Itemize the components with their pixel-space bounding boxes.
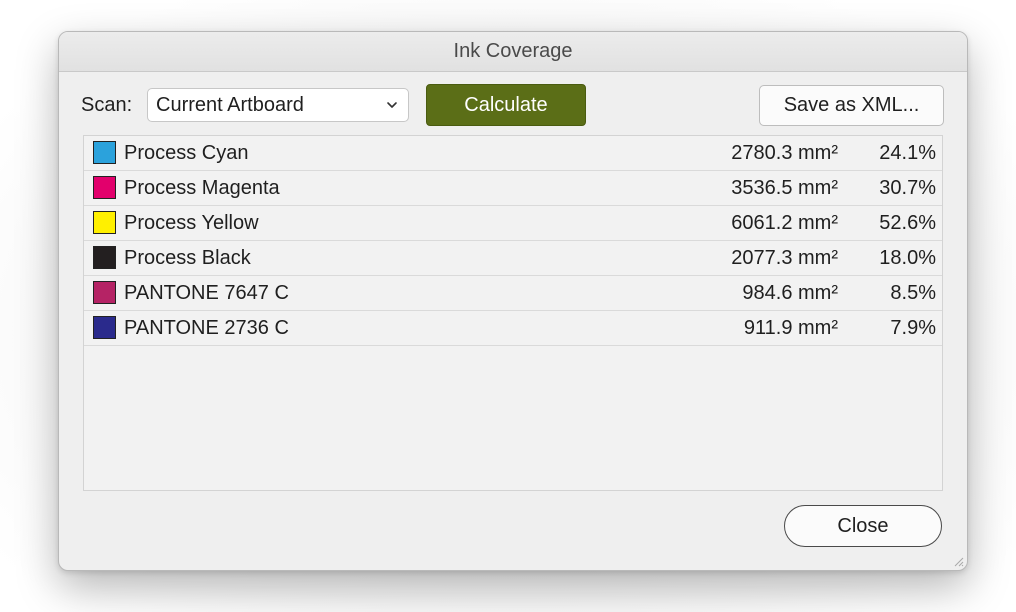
title-bar[interactable]: Ink Coverage	[59, 32, 967, 72]
ink-percent: 52.6%	[879, 212, 936, 234]
ink-swatch	[93, 281, 116, 304]
ink-row[interactable]: PANTONE 2736 C 911.9 mm² 7.9%	[84, 311, 942, 346]
ink-row[interactable]: PANTONE 7647 C 984.6 mm² 8.5%	[84, 276, 942, 311]
ink-swatch	[93, 316, 116, 339]
ink-area: 2780.3 mm²	[731, 142, 838, 164]
ink-name: Process Magenta	[124, 177, 280, 199]
scan-selected-value: Current Artboard	[156, 93, 304, 116]
ink-name: PANTONE 7647 C	[124, 282, 289, 304]
ink-row[interactable]: Process Yellow 6061.2 mm² 52.6%	[84, 206, 942, 241]
scan-dropdown[interactable]: Current Artboard	[147, 88, 409, 122]
ink-coverage-dialog: Ink Coverage Scan: Current Artboard Calc…	[58, 31, 968, 571]
ink-list[interactable]: Process Cyan 2780.3 mm² 24.1% Process Ma…	[83, 135, 943, 491]
ink-row[interactable]: Process Cyan 2780.3 mm² 24.1%	[84, 136, 942, 171]
ink-swatch	[93, 211, 116, 234]
ink-name: Process Black	[124, 247, 251, 269]
ink-area: 3536.5 mm²	[731, 177, 838, 199]
ink-swatch	[93, 176, 116, 199]
ink-area: 911.9 mm²	[743, 317, 838, 339]
resize-grip-icon[interactable]	[952, 555, 964, 567]
ink-swatch	[93, 246, 116, 269]
ink-percent: 24.1%	[879, 142, 936, 164]
ink-swatch	[93, 141, 116, 164]
scan-label: Scan:	[81, 94, 133, 116]
ink-percent: 18.0%	[879, 247, 936, 269]
ink-row[interactable]: Process Magenta 3536.5 mm² 30.7%	[84, 171, 942, 206]
chevron-down-icon	[387, 102, 397, 108]
ink-area: 6061.2 mm²	[731, 212, 838, 234]
ink-percent: 8.5%	[890, 282, 936, 304]
window-title: Ink Coverage	[453, 40, 573, 62]
calculate-button[interactable]: Calculate	[426, 84, 586, 126]
ink-row[interactable]: Process Black 2077.3 mm² 18.0%	[84, 241, 942, 276]
save-as-xml-button[interactable]: Save as XML...	[759, 85, 944, 126]
ink-name: PANTONE 2736 C	[124, 317, 289, 339]
ink-area: 2077.3 mm²	[731, 247, 838, 269]
ink-name: Process Cyan	[124, 142, 249, 164]
ink-percent: 30.7%	[879, 177, 936, 199]
close-button[interactable]: Close	[784, 505, 942, 547]
ink-percent: 7.9%	[890, 317, 936, 339]
ink-area: 984.6 mm²	[742, 282, 838, 304]
ink-name: Process Yellow	[124, 212, 259, 234]
